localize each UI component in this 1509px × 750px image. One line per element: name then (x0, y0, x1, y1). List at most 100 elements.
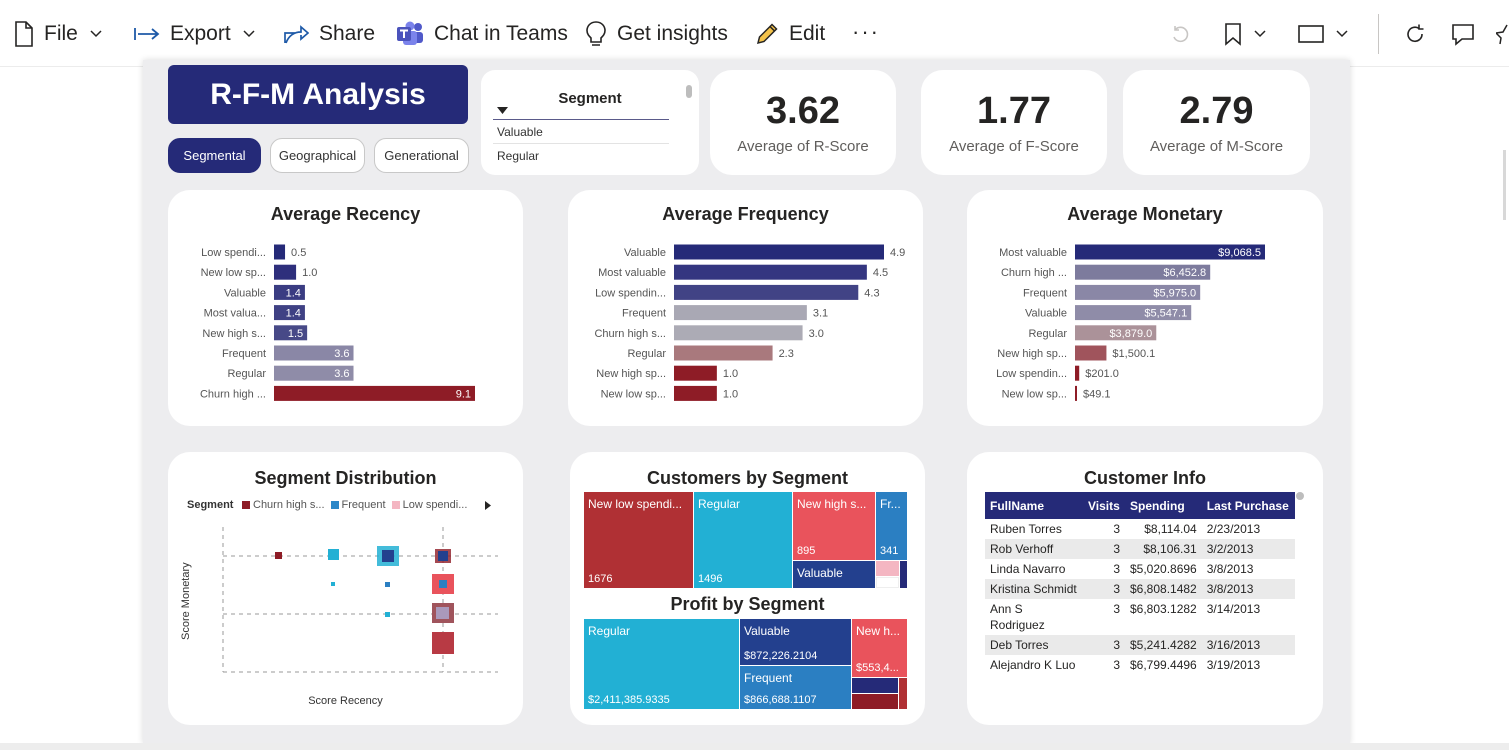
tab-geographical[interactable]: Geographical (270, 138, 365, 173)
bar[interactable] (274, 264, 297, 280)
edit-button[interactable]: Edit (755, 18, 825, 50)
bar[interactable] (674, 325, 803, 341)
bar[interactable] (674, 264, 867, 280)
bar[interactable] (674, 284, 859, 300)
cell-spending: $6,808.1482 (1125, 579, 1202, 599)
data-point[interactable] (328, 549, 339, 560)
report-title: R-F-M Analysis (168, 65, 468, 124)
chat-in-teams-button[interactable]: Chat in Teams (396, 18, 568, 50)
bar[interactable] (674, 365, 717, 381)
undo-button[interactable] (1170, 18, 1190, 50)
bar[interactable] (1075, 385, 1077, 401)
bar[interactable] (274, 385, 475, 401)
bar[interactable] (1075, 365, 1080, 381)
bar[interactable] (674, 385, 717, 401)
cell-last-purchase: 3/8/2013 (1206, 562, 1254, 576)
data-label: $6,452.8 (1163, 267, 1206, 279)
tab-segmental[interactable]: Segmental (168, 138, 261, 173)
data-point[interactable] (438, 551, 448, 561)
kpi-label: Average of F-Score (949, 138, 1079, 155)
bar[interactable] (674, 305, 807, 321)
treemap-cell[interactable] (900, 561, 907, 588)
table-row[interactable]: Linda Navarro 3 $5,020.8696 3/8/2013 (985, 559, 1295, 579)
segment-treemaps-card: Customers by Segment New low spendi... 1… (570, 452, 925, 725)
data-point[interactable] (436, 607, 449, 619)
treemap-cell[interactable] (852, 694, 898, 709)
chart-title: Customer Info (1083, 468, 1206, 488)
slicer-item-valuable[interactable]: Valuable (497, 125, 543, 139)
bar[interactable] (274, 244, 286, 260)
category-label: Most valua... (204, 308, 266, 320)
teams-icon (397, 21, 423, 45)
favorite-button[interactable] (1496, 18, 1509, 50)
more-options-button[interactable]: ··· (852, 16, 880, 48)
treemap-cell-value: $872,226.2104 (744, 650, 818, 662)
tab-generational[interactable]: Generational (374, 138, 469, 173)
data-label: 1.4 (286, 308, 301, 320)
column-header-spending[interactable]: Spending (1125, 492, 1202, 519)
data-point[interactable] (385, 582, 390, 587)
data-point[interactable] (385, 612, 390, 617)
treemap-cell[interactable]: Regular 1496 (694, 492, 792, 588)
bar[interactable] (1075, 345, 1107, 361)
toolbar-divider (1378, 14, 1379, 54)
data-point[interactable] (275, 552, 282, 559)
view-menu[interactable] (1298, 18, 1348, 50)
file-menu[interactable]: File (14, 18, 102, 50)
customer-info-card: Customer Info FullName Visits Spending L… (967, 452, 1323, 725)
data-label: $201.0 (1085, 368, 1119, 380)
export-menu[interactable]: Export (134, 18, 255, 50)
data-point[interactable] (382, 550, 394, 562)
data-label: 1.0 (723, 368, 738, 380)
share-button[interactable]: Share (283, 18, 375, 50)
table-row[interactable]: Rob Verhoff 3 $8,106.31 3/2/2013 (985, 539, 1295, 559)
treemap-cell[interactable]: Valuable (793, 561, 875, 588)
cell-last-purchase: 2/23/2013 (1206, 522, 1261, 536)
bar[interactable] (674, 345, 773, 361)
column-header-last-purchase[interactable]: Last Purchase (1201, 492, 1295, 519)
treemap-cell-value: $2,411,385.9335 (588, 694, 670, 706)
table-row[interactable]: Ruben Torres 3 $8,114.04 2/23/2013 (985, 519, 1295, 539)
table-row[interactable]: Deb Torres 3 $5,241.4282 3/16/2013 (985, 635, 1295, 655)
treemap-cell[interactable]: New low spendi... 1676 (584, 492, 693, 588)
refresh-button[interactable] (1404, 18, 1426, 50)
segment-slicer[interactable]: Segment Valuable Regular (481, 70, 699, 175)
treemap-cell[interactable]: New high s... 895 (793, 492, 875, 560)
bookmark-menu[interactable] (1224, 18, 1266, 50)
treemap-cell-label: Regular (588, 624, 631, 638)
column-header-visits[interactable]: Visits (1083, 492, 1125, 519)
refresh-icon (1407, 24, 1424, 42)
table-row[interactable]: Kristina Schmidt 3 $6,808.1482 3/8/2013 (985, 579, 1295, 599)
treemap-cell-label: Regular (698, 497, 741, 511)
kpi-label: Average of R-Score (737, 138, 869, 155)
treemap-cell[interactable]: Frequent $866,688.1107 (740, 666, 851, 709)
data-label: 2.3 (779, 348, 794, 360)
treemap-cell-value: 1496 (698, 573, 723, 585)
treemap-cell[interactable] (876, 577, 899, 588)
cell-visits: 3 (1083, 539, 1125, 559)
customer-info-table: FullName Visits Spending Last Purchase R… (985, 492, 1295, 675)
treemap-cell[interactable]: Regular $2,411,385.9335 (584, 619, 739, 709)
cell-fullname: Alejandro K Luo (990, 658, 1076, 672)
treemap-cell[interactable] (852, 678, 898, 693)
table-row[interactable]: Alejandro K Luo 3 $6,799.4496 3/19/2013 (985, 655, 1295, 675)
data-point[interactable] (439, 580, 447, 588)
treemap-cell[interactable]: New h... $553,4... (852, 619, 907, 677)
column-header-fullname[interactable]: FullName (985, 492, 1083, 519)
comment-button[interactable] (1451, 18, 1475, 50)
table-row[interactable]: Ann S Rodriguez 3 $6,803.1282 3/14/2013 (985, 599, 1295, 635)
data-point[interactable] (432, 632, 454, 654)
treemap-cell[interactable]: Valuable $872,226.2104 (740, 619, 851, 665)
get-insights-button[interactable]: Get insights (585, 18, 728, 50)
slicer-scrollbar[interactable] (686, 85, 692, 98)
treemap-cell[interactable]: Fr... 341 (876, 492, 907, 560)
data-label: 3.6 (334, 368, 349, 380)
treemap-cell[interactable] (899, 678, 907, 709)
bar[interactable] (674, 244, 884, 260)
treemap-cell-value: $866,688.1107 (744, 694, 817, 706)
slicer-item-regular[interactable]: Regular (497, 149, 539, 163)
cell-fullname: Ruben Torres (990, 522, 1062, 536)
treemap-cell[interactable] (876, 561, 899, 576)
table-scrollbar[interactable] (1296, 492, 1304, 500)
data-point[interactable] (331, 582, 335, 586)
